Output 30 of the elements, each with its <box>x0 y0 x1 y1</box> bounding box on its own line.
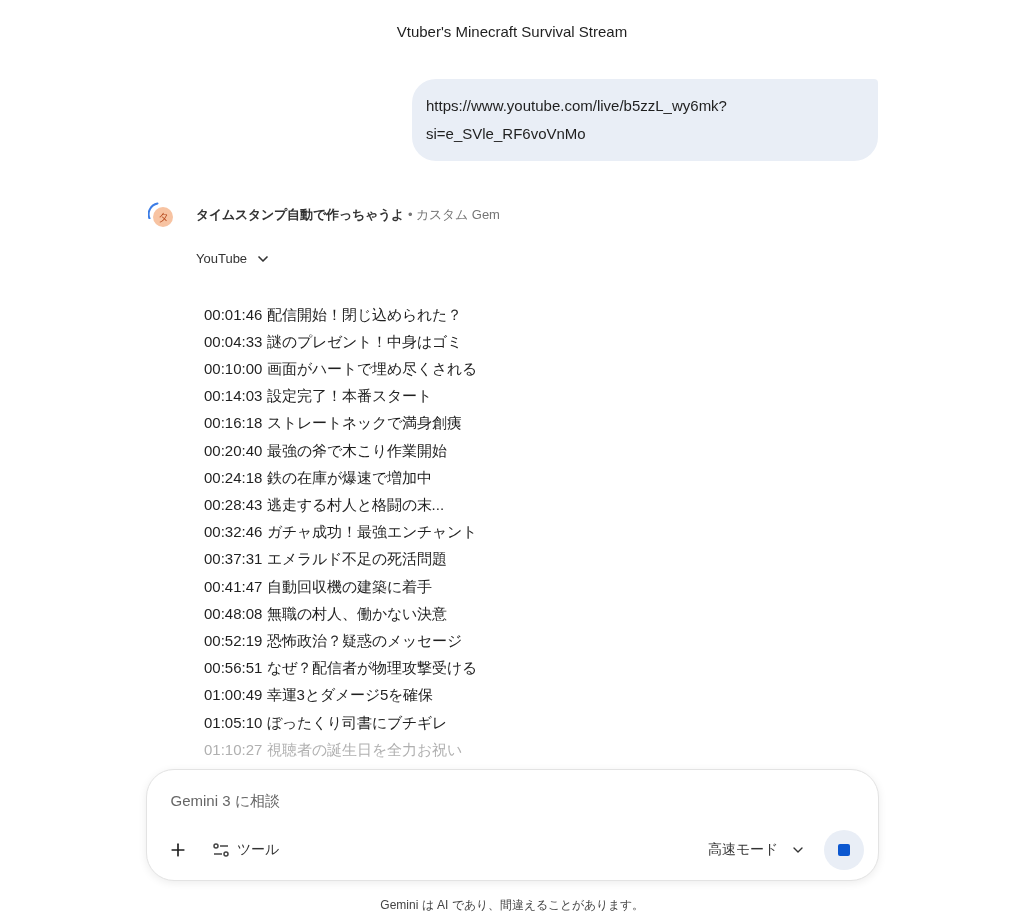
stop-icon <box>837 843 850 856</box>
gem-name: タイムスタンプ自動で作っちゃうよ <box>196 206 404 225</box>
timestamp-line: 00:14:03 設定完了！本番スタート <box>204 386 433 407</box>
disclaimer-text: Gemini は AI であり、間違えることがあります。 <box>380 896 644 914</box>
timestamp-line: 00:10:00 画面がハートで埋め尽くされる <box>204 358 478 379</box>
avatar-letter: タ <box>153 207 173 227</box>
timestamp-line: 00:48:08 無職の村人、働かない決意 <box>204 603 448 624</box>
timestamp-line: 00:20:40 最強の斧で木こり作業開始 <box>204 440 448 461</box>
timestamp-line: 00:04:33 謎のプレゼント！中身はゴミ <box>204 331 463 352</box>
timestamp-line: 00:32:46 ガチャ成功！最強エンチャント <box>204 522 478 543</box>
prompt-input[interactable]: Gemini 3 に相談 <box>170 789 671 812</box>
timestamp-line: 00:16:18 ストレートネックで満身創痍 <box>204 413 463 434</box>
user-message-line: si=e_SVle_RF6voVnMo <box>426 124 587 144</box>
youtube-tool-toggle[interactable]: YouTube <box>196 249 272 269</box>
timestamp-line: 00:37:31 エメラルド不足の死活問題 <box>204 549 448 570</box>
gem-type: • カスタム Gem <box>408 206 500 225</box>
timestamp-line: 00:41:47 自動回収機の建築に着手 <box>204 576 433 597</box>
timestamp-line: 00:56:51 なぜ？配信者が物理攻撃受ける <box>204 658 478 679</box>
user-message-line: https://www.youtube.com/live/b5zzL_wy6mk? <box>426 96 728 116</box>
mode-selector[interactable]: 高速モード <box>707 839 806 861</box>
timestamp-line: 01:05:10 ぼったくり司書にブチギレ <box>204 712 448 733</box>
tools-button[interactable]: ツール <box>212 839 279 861</box>
timestamp-line: 01:00:49 幸運3とダメージ5を確保 <box>204 685 435 706</box>
timestamp-line: 01:10:27 視聴者の誕生日を全力お祝い <box>204 739 463 760</box>
timestamp-line: 00:28:43 逃走する村人と格闘の末... <box>204 494 446 515</box>
timestamp-line: 00:52:19 恐怖政治？疑惑のメッセージ <box>204 630 463 651</box>
chat-title: Vtuber's Minecraft Survival Stream <box>396 22 628 42</box>
timestamp-line: 00:01:46 配信開始！閉じ込められた？ <box>204 304 463 325</box>
timestamp-line: 00:24:18 鉄の在庫が爆速で増加中 <box>204 467 433 488</box>
tools-icon <box>212 842 229 857</box>
